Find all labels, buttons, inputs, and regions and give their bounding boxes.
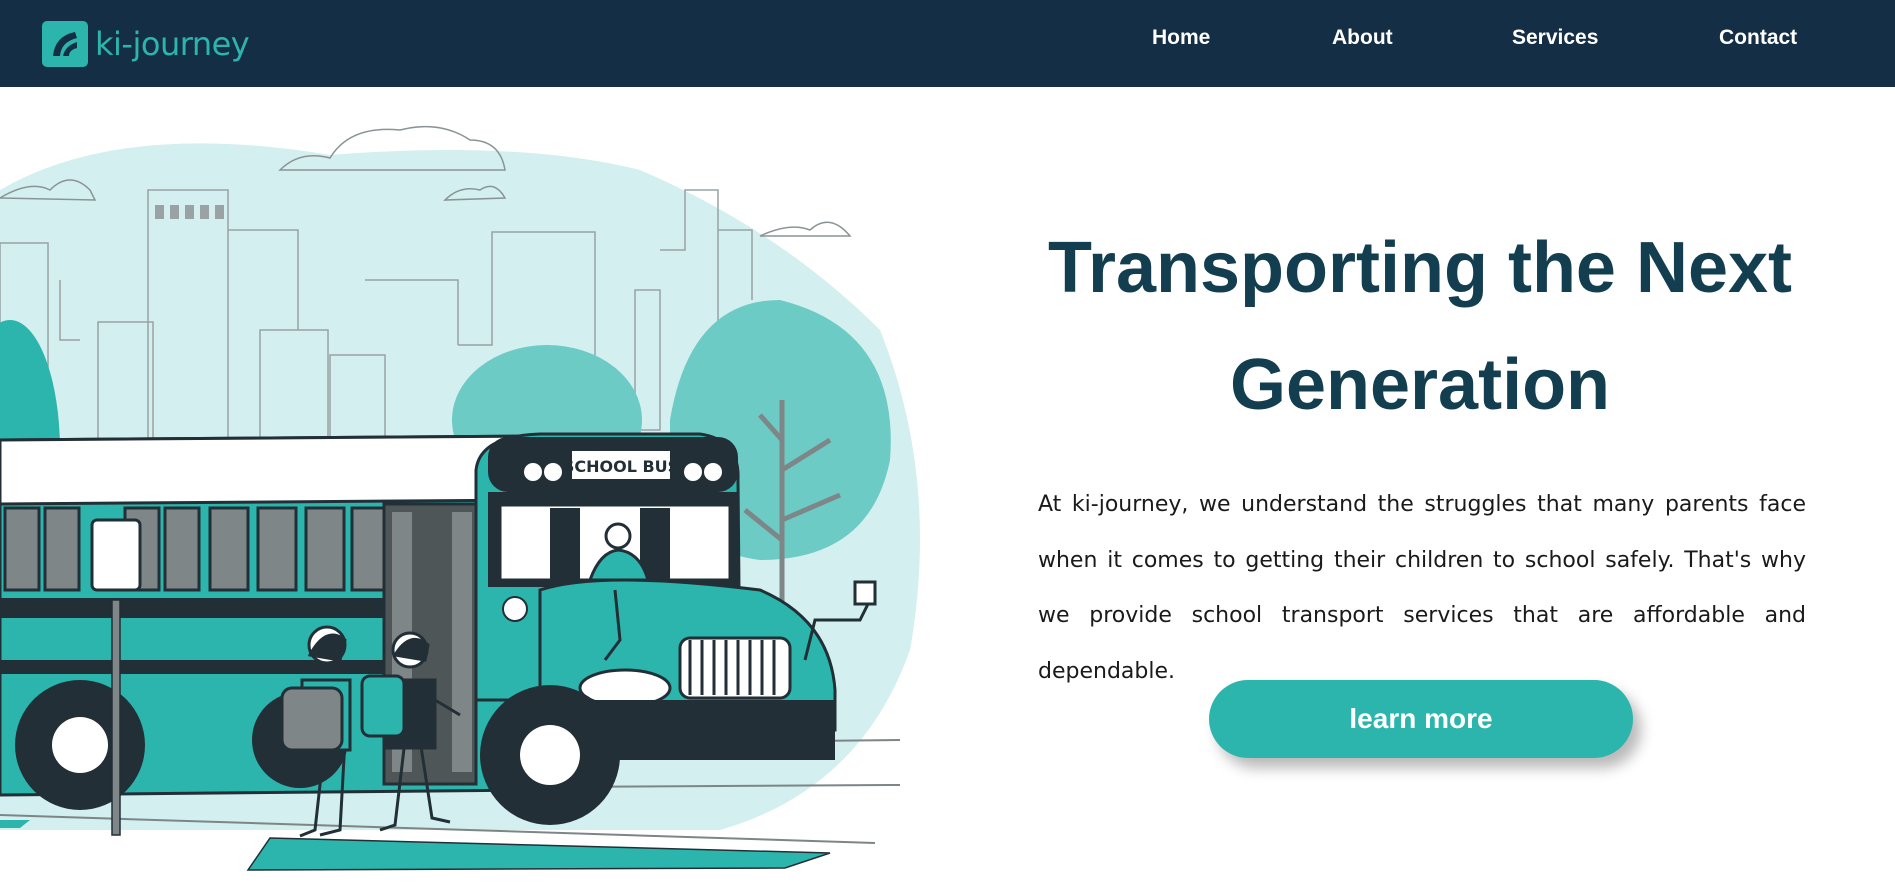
navbar: ki-journey Home About Services Contact [0,0,1895,87]
hero-title-line1: Transporting the Next [1047,228,1793,308]
nav-home[interactable]: Home [1152,26,1210,50]
hero-title: Transporting the Next Generation [1020,210,1820,444]
bus-sign: SCHOOL BUS [563,457,679,476]
nav-services[interactable]: Services [1512,26,1598,50]
hero-title-line2: Generation [1229,345,1611,425]
brand[interactable]: ki-journey [42,19,250,69]
nav-about[interactable]: About [1332,26,1393,50]
school-bus-illustration: SCHOOL BUS [0,125,920,871]
learn-more-button[interactable]: learn more [1209,680,1633,758]
nav-contact[interactable]: Contact [1719,26,1797,50]
brand-name: ki-journey [95,25,250,63]
ki-journey-logo-icon [42,21,88,67]
hero-description: At ki-journey, we understand the struggl… [1038,492,1806,684]
